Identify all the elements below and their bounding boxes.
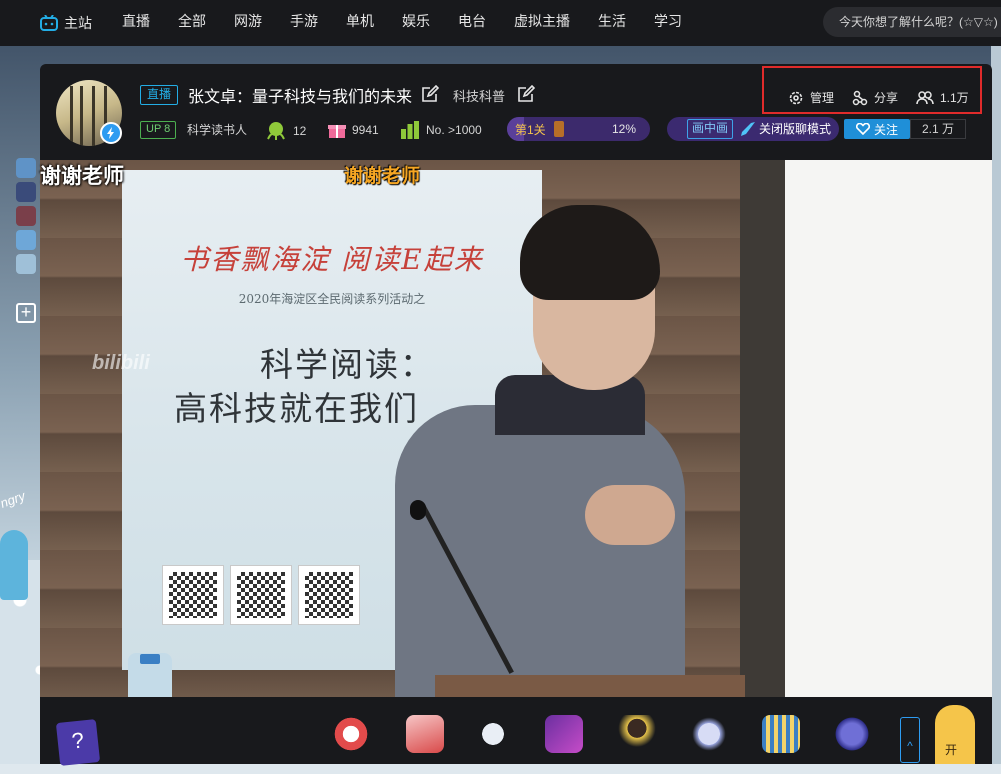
level-percent: 12% [611, 122, 636, 136]
share-icon [852, 90, 868, 105]
microphone-icon [410, 500, 426, 520]
gift-item-icon[interactable] [833, 715, 871, 753]
popularity-stat: 12 [265, 121, 306, 141]
gift-item-icon[interactable] [406, 715, 444, 753]
open-label: 开 [945, 743, 958, 757]
rank-value: No. >1000 [426, 123, 482, 137]
users-icon [916, 90, 934, 104]
video-window-light [785, 160, 992, 697]
search-input[interactable]: 今天你想了解什么呢？(☆▽☆) [823, 7, 1001, 37]
level-marker [554, 121, 564, 137]
gift-value: 9941 [352, 123, 379, 137]
edit-area-icon[interactable] [517, 85, 535, 103]
bilibili-tv-icon [40, 15, 58, 31]
bottle-cap [140, 654, 160, 664]
gift-icon [328, 125, 346, 138]
rank-stat: No. >1000 [400, 121, 482, 139]
podium [435, 675, 745, 697]
popularity-value: 12 [293, 124, 307, 138]
nav-entertainment[interactable]: 娱乐 [388, 0, 444, 46]
nav-life[interactable]: 生活 [584, 0, 640, 46]
gift-item-icon[interactable] [545, 715, 583, 753]
share-button[interactable]: 分享 [852, 89, 898, 106]
emoji-strip [16, 158, 38, 278]
level-progress-bar[interactable]: 第1关 12% [507, 117, 650, 141]
follower-count: 2.1 万 [910, 119, 966, 139]
sticker-icon[interactable] [16, 206, 36, 226]
nav-study[interactable]: 学习 [640, 0, 696, 46]
gift-item-icon[interactable] [618, 715, 656, 753]
video-player[interactable]: 书香飘海淀 阅读E起来 2020年海淀区全民阅读系列活动之 科学阅读： 高科技就… [40, 160, 992, 697]
nav-all[interactable]: 全部 [164, 0, 220, 46]
expand-gifts-button[interactable]: ^ [900, 717, 920, 763]
lightning-icon [100, 122, 122, 144]
nav-home[interactable]: 主站 [0, 0, 108, 46]
area-label[interactable]: 科技科普 [453, 86, 505, 105]
gift-item-icon[interactable] [332, 715, 370, 753]
top-navigation: 主站 直播 全部 网游 手游 单机 娱乐 电台 虚拟主播 生活 学习 今天你想了… [0, 0, 1001, 46]
gift-item-icon[interactable] [690, 715, 728, 753]
danmaku-comment: 谢谢老师 [344, 166, 421, 187]
nav-radio[interactable]: 电台 [444, 0, 500, 46]
manage-button[interactable]: 管理 [788, 89, 834, 106]
gift-bar: ? ^ 开 [40, 697, 992, 766]
gear-icon [789, 91, 803, 104]
qr-code [162, 565, 224, 625]
room-header: 直播 张文卓：量子科技与我们的未来 科技科普 UP 8 科学读书人 12 994… [40, 64, 992, 160]
close-chat-mode-button[interactable]: 关闭版聊模式 [759, 119, 831, 139]
viewers-button[interactable]: 1.1万 [916, 89, 969, 106]
bilibili-watermark: bilibili [92, 352, 150, 374]
gift-item-icon[interactable] [474, 715, 512, 753]
mascot-figure [0, 530, 28, 600]
speaker-figure [395, 205, 705, 697]
nav-online-games[interactable]: 网游 [220, 0, 276, 46]
up-level-badge: UP 8 [140, 121, 177, 139]
level-label: 第1关 [515, 123, 546, 137]
edit-title-icon[interactable] [421, 85, 439, 103]
nav-single-player[interactable]: 单机 [332, 0, 388, 46]
up-name[interactable]: 科学读书人 [187, 121, 247, 138]
background-edge [991, 46, 1001, 764]
room-title: 张文卓：量子科技与我们的未来 [188, 89, 413, 106]
rocket-icon [741, 122, 755, 136]
nav-mobile-games[interactable]: 手游 [276, 0, 332, 46]
octopus-icon [267, 122, 285, 140]
bar-chart-icon [401, 121, 419, 139]
banner-title-line2: 高科技就在我们 [174, 390, 419, 427]
danmaku-comment: 谢谢老师 [40, 165, 124, 188]
live-tag: 直播 [140, 85, 179, 105]
gift-item-icon[interactable] [762, 715, 800, 753]
room-tools-group: 管理 分享 1.1万 [762, 66, 982, 114]
nav-virtual-streamer[interactable]: 虚拟主播 [500, 0, 584, 46]
mystery-card-icon[interactable]: ? [55, 719, 101, 766]
chevron-up-icon: ^ [907, 739, 913, 753]
gift-stat: 9941 [328, 121, 379, 139]
pip-button[interactable]: 画中画 [687, 119, 734, 139]
follow-label: 关注 [873, 122, 898, 137]
qr-code [230, 565, 292, 625]
add-sticker-button[interactable]: + [16, 303, 36, 323]
share-label: 分享 [874, 91, 899, 105]
sticker-icon[interactable] [16, 182, 36, 202]
nav-live[interactable]: 直播 [108, 0, 164, 46]
follow-button[interactable]: 关注 [844, 119, 910, 139]
qr-code [298, 565, 360, 625]
heart-icon [855, 123, 870, 135]
sticker-icon[interactable] [16, 158, 36, 178]
nav-home-label: 主站 [64, 15, 92, 31]
sticker-icon[interactable] [16, 230, 36, 250]
manage-label: 管理 [810, 91, 835, 105]
sticker-icon[interactable] [16, 254, 36, 274]
viewers-count: 1.1万 [940, 91, 969, 105]
